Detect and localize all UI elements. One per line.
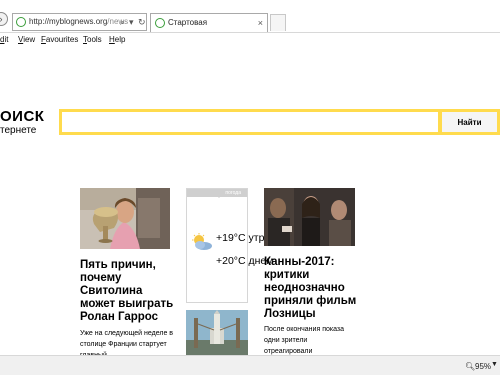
news-headline-1[interactable]: Пять причин, почему Свитолина может выиг…	[80, 259, 175, 324]
menu-bar: dit View Favourites Tools Help	[0, 32, 500, 46]
url-host: http://myblognews.org	[29, 17, 108, 26]
address-dropdown-icon[interactable]: ▾	[129, 14, 134, 30]
status-bar: 🔍︎ 95% ▼	[0, 355, 500, 375]
menu-edit-rest: it	[4, 35, 9, 44]
site-favicon-icon	[16, 17, 26, 27]
menu-view-rest: iew	[23, 35, 36, 44]
menu-favourites-rest: avourites	[45, 35, 79, 44]
zoom-level[interactable]: 95%	[475, 362, 491, 371]
menu-help-rest: elp	[114, 35, 126, 44]
rocket-photo	[186, 310, 248, 355]
menu-view[interactable]: View	[18, 33, 35, 46]
tab-startovaya[interactable]: Стартовая ×	[150, 13, 268, 32]
menu-tools-rest: ools	[87, 35, 102, 44]
new-tab-button[interactable]	[270, 14, 286, 31]
partly-cloudy-icon	[192, 233, 212, 250]
address-toolbar: › http://myblognews.org/news ⌕ ▾ ↻ Старт…	[0, 0, 500, 32]
search-box: Найти	[59, 109, 500, 135]
address-bar[interactable]: http://myblognews.org/news ⌕ ▾ ↻	[12, 13, 147, 31]
tab-close-icon[interactable]: ×	[258, 14, 263, 32]
tab-title: Стартовая	[168, 18, 208, 27]
refresh-icon[interactable]: ↻	[138, 14, 146, 30]
browser-window: › http://myblognews.org/news ⌕ ▾ ↻ Старт…	[0, 0, 500, 375]
tab-favicon-icon	[155, 18, 165, 28]
search-button[interactable]: Найти	[442, 112, 497, 132]
url-text: http://myblognews.org/news	[29, 14, 128, 30]
tennis-photo	[80, 188, 170, 249]
logo-line-2: тернете	[0, 125, 37, 136]
search-icon: 🔍︎	[465, 362, 476, 371]
chevron-down-icon[interactable]: ▼	[491, 361, 498, 368]
search-input[interactable]	[62, 112, 438, 132]
forward-button[interactable]: ›	[0, 12, 8, 26]
news-image-tennis[interactable]	[80, 188, 170, 249]
menu-tools[interactable]: Tools	[83, 33, 102, 46]
weather-widget[interactable]: погода	[186, 188, 248, 303]
news-image-cannes[interactable]	[264, 188, 355, 246]
menu-help[interactable]: Help	[109, 33, 125, 46]
menu-edit[interactable]: dit	[0, 33, 8, 46]
menu-favourites[interactable]: Favourites	[41, 33, 78, 46]
weather-morning: +19°C утро	[216, 232, 271, 244]
weather-header-notch	[215, 194, 223, 198]
news-headline-2[interactable]: Канны-2017: критики неоднозначно приняли…	[264, 256, 359, 321]
logo-line-1: ОИСК	[0, 108, 45, 125]
cannes-photo	[264, 188, 355, 246]
news-lead-2: После окончания показа одни зрители отре…	[264, 326, 345, 355]
news-image-rocket[interactable]	[186, 310, 248, 355]
address-search-icon[interactable]: ⌕	[120, 14, 125, 30]
search-logo[interactable]: ОИСК тернете	[0, 108, 56, 140]
